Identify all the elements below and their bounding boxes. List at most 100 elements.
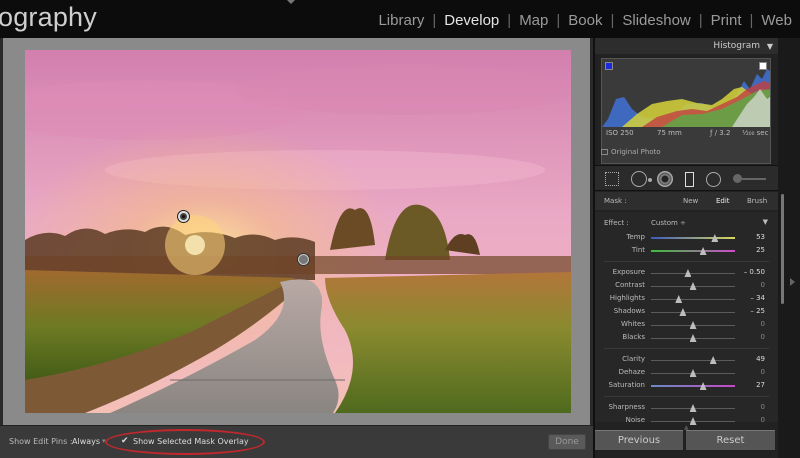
right-panel: Histogram ▼ ISO 250 75 mm ƒ / 3.2 ¹⁄₂₀₀ … xyxy=(595,38,778,458)
mask-new-button[interactable]: New xyxy=(683,197,698,205)
tint-slider-track[interactable] xyxy=(651,250,735,252)
contrast-label: Contrast xyxy=(615,281,645,289)
module-book[interactable]: Book xyxy=(560,12,610,29)
blacks-slider-row: Blacks 0 xyxy=(595,332,778,344)
viewer-toolbar: Show Edit Pins : Always ▾ ✔ Show Selecte… xyxy=(0,425,593,458)
sharpness-value[interactable]: 0 xyxy=(761,403,765,411)
iso-value: ISO 250 xyxy=(606,129,634,137)
module-library[interactable]: Library xyxy=(370,12,432,29)
top-panel-toggle-icon[interactable] xyxy=(287,0,295,4)
noise-label: Noise xyxy=(625,416,645,424)
shadow-clipping-icon[interactable] xyxy=(605,62,613,70)
sharpness-slider-row: Sharpness 0 xyxy=(595,402,778,414)
dehaze-label: Dehaze xyxy=(618,368,645,376)
mask-edit-pin[interactable] xyxy=(298,254,309,265)
temp-value[interactable]: 53 xyxy=(756,233,765,241)
exif-info: ISO 250 75 mm ƒ / 3.2 ¹⁄₂₀₀ sec xyxy=(602,129,770,141)
aperture-value: ƒ / 3.2 xyxy=(710,129,731,137)
dehaze-value[interactable]: 0 xyxy=(761,368,765,376)
original-photo-label: Original Photo xyxy=(611,148,661,156)
module-picker: Library | Develop | Map | Book | Slideshow | Print… xyxy=(370,12,800,29)
blacks-value[interactable]: 0 xyxy=(761,333,765,341)
module-web[interactable]: Web xyxy=(753,12,800,29)
saturation-value[interactable]: 27 xyxy=(756,381,765,389)
spot-removal-icon[interactable] xyxy=(631,171,647,187)
scrollbar-thumb[interactable] xyxy=(781,194,784,304)
exposure-slider-row: Exposure – 0.50 xyxy=(595,267,778,279)
temp-slider-track[interactable] xyxy=(651,237,735,239)
spot-removal-dot-icon xyxy=(648,178,652,182)
graduated-filter-icon[interactable] xyxy=(685,172,694,187)
shadows-slider-row: Shadows – 25 xyxy=(595,306,778,318)
histogram-graph xyxy=(602,69,770,127)
highlights-slider-row: Highlights – 34 xyxy=(595,293,778,305)
shadows-label: Shadows xyxy=(613,307,645,315)
slider-group-divider xyxy=(604,348,769,349)
tint-label: Tint xyxy=(631,246,645,254)
landscape-photo xyxy=(25,50,571,413)
exposure-value[interactable]: – 0.50 xyxy=(744,268,765,276)
show-edit-pins-dropdown[interactable]: Always xyxy=(72,437,100,446)
mask-edit-pin-selected[interactable] xyxy=(178,211,189,222)
effect-collapse-icon[interactable]: ▼ xyxy=(763,218,768,226)
original-photo-checkbox-icon[interactable] xyxy=(601,149,608,155)
focal-length-value: 75 mm xyxy=(657,129,682,137)
contrast-value[interactable]: 0 xyxy=(761,281,765,289)
clarity-slider-row: Clarity 49 xyxy=(595,354,778,366)
tint-value[interactable]: 25 xyxy=(756,246,765,254)
reset-button[interactable]: Reset xyxy=(686,430,775,450)
original-photo-toggle[interactable]: Original Photo xyxy=(601,148,661,156)
whites-label: Whites xyxy=(620,320,645,328)
previous-button[interactable]: Previous xyxy=(595,430,683,450)
module-slideshow[interactable]: Slideshow xyxy=(614,12,698,29)
shadows-slider-track[interactable] xyxy=(651,312,735,313)
effect-panel: Effect : Custom ÷ ▼ Temp 53 Tint 25 Exposure… xyxy=(595,212,778,425)
red-eye-icon[interactable] xyxy=(657,171,673,187)
temp-label: Temp xyxy=(626,233,645,241)
temp-slider-row: Temp 53 xyxy=(595,232,778,244)
whites-value[interactable]: 0 xyxy=(761,320,765,328)
highlights-label: Highlights xyxy=(609,294,645,302)
saturation-slider-row: Saturation 27 xyxy=(595,380,778,392)
dehaze-slider-row: Dehaze 0 xyxy=(595,367,778,379)
clarity-label: Clarity xyxy=(622,355,645,363)
module-print[interactable]: Print xyxy=(703,12,750,29)
panel-scrollbar xyxy=(778,38,800,458)
crop-tool-icon[interactable] xyxy=(605,172,619,186)
right-panel-toggle-icon[interactable] xyxy=(790,278,795,286)
mask-label: Mask : xyxy=(604,197,627,205)
clarity-slider-track[interactable] xyxy=(651,360,735,361)
module-develop[interactable]: Develop xyxy=(436,12,507,29)
blacks-label: Blacks xyxy=(622,333,645,341)
contrast-slider-row: Contrast 0 xyxy=(595,280,778,292)
histogram-header[interactable]: Histogram ▼ xyxy=(595,38,778,54)
highlights-slider-track[interactable] xyxy=(651,299,735,300)
noise-value[interactable]: 0 xyxy=(761,416,765,424)
tint-slider-row: Tint 25 xyxy=(595,245,778,257)
radial-filter-icon[interactable] xyxy=(706,172,721,187)
effect-label: Effect : xyxy=(604,219,629,227)
mask-edit-button[interactable]: Edit xyxy=(716,197,730,205)
mask-brush-button[interactable]: Brush xyxy=(747,197,767,205)
slider-group-divider xyxy=(604,396,769,397)
photo-canvas[interactable] xyxy=(25,50,571,413)
sharpness-label: Sharpness xyxy=(608,403,645,411)
collapse-triangle-icon[interactable]: ▼ xyxy=(767,42,773,51)
effect-preset-dropdown[interactable]: Custom ÷ xyxy=(651,219,686,227)
done-button[interactable]: Done xyxy=(548,434,586,450)
highlight-clipping-icon[interactable] xyxy=(759,62,767,70)
highlights-value[interactable]: – 34 xyxy=(750,294,765,302)
photo-frame xyxy=(3,38,590,425)
show-edit-pins-label: Show Edit Pins : xyxy=(9,437,73,446)
shutter-value: ¹⁄₂₀₀ sec xyxy=(742,129,769,137)
saturation-label: Saturation xyxy=(608,381,646,389)
exposure-slider-track[interactable] xyxy=(651,273,735,274)
shadows-value[interactable]: – 25 xyxy=(750,307,765,315)
adjustment-brush-icon[interactable] xyxy=(733,174,767,183)
module-map[interactable]: Map xyxy=(511,12,556,29)
clarity-value[interactable]: 49 xyxy=(756,355,765,363)
highlight-annotation-ring xyxy=(105,429,265,455)
whites-slider-row: Whites 0 xyxy=(595,319,778,331)
module-bar: ography Library | Develop | Map | Book | Slidesh… xyxy=(0,0,800,38)
saturation-slider-track[interactable] xyxy=(651,385,735,387)
